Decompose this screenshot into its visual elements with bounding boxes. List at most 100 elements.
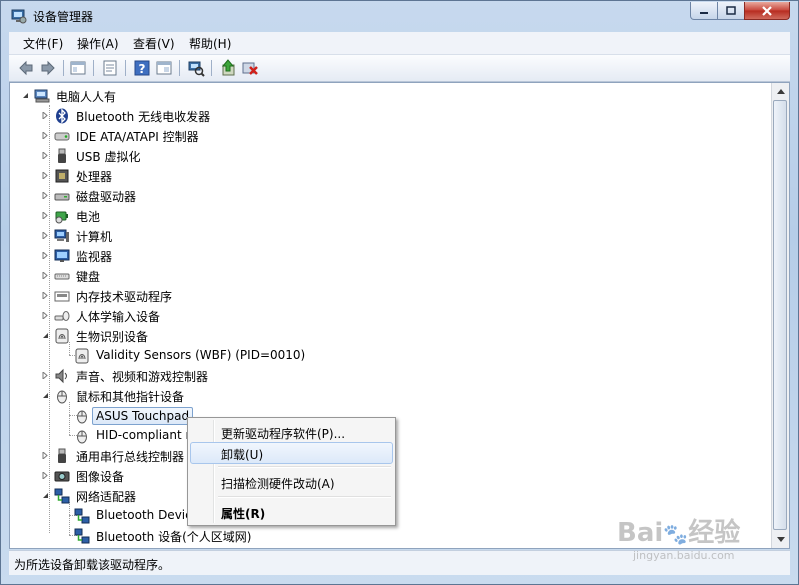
help-icon[interactable]: ?	[133, 59, 151, 77]
uninstall-icon[interactable]	[241, 59, 259, 77]
tree-item-label: 内存技术驱动程序	[76, 290, 173, 304]
tree-child-validity-sensors[interactable]: Validity Sensors (WBF) (PID=0010)	[10, 346, 310, 366]
expand-arrow-icon[interactable]	[42, 272, 49, 279]
computer-root-icon	[34, 89, 50, 103]
usb-controller-icon	[58, 448, 66, 463]
tree-item-label: 电池	[76, 210, 101, 224]
hid-icon	[54, 311, 70, 321]
scroll-down-button[interactable]	[772, 531, 789, 548]
tree-item-ide[interactable]: IDE ATA/ATAPI 控制器	[10, 126, 260, 146]
expand-arrow-icon[interactable]	[42, 152, 49, 159]
network-icon	[54, 488, 70, 504]
menu-scan-hardware[interactable]: 扫描检测硬件改动(A)	[190, 471, 393, 493]
tree-child-hid-mouse[interactable]: HID-compliant mouse	[10, 426, 226, 446]
toolbar-separator	[93, 60, 94, 76]
up-level-icon[interactable]	[69, 59, 87, 77]
scroll-thumb[interactable]	[773, 100, 787, 530]
tree-item-label: IDE ATA/ATAPI 控制器	[76, 130, 199, 144]
toolbar-separator	[179, 60, 180, 76]
tree-item-battery[interactable]: 电池	[10, 206, 260, 226]
tree-item-computer[interactable]: 计算机	[10, 226, 260, 246]
tree-item-disk[interactable]: 磁盘驱动器	[10, 186, 260, 206]
close-button[interactable]	[744, 2, 790, 20]
watermark-logo: Bai🐾经验	[617, 518, 741, 548]
collapse-arrow-icon[interactable]	[22, 92, 29, 99]
expand-arrow-icon[interactable]	[42, 192, 49, 199]
forward-icon[interactable]	[39, 59, 57, 77]
properties-view-icon[interactable]	[101, 59, 119, 77]
menu-help[interactable]: 帮助(H)	[189, 35, 231, 52]
expand-arrow-icon[interactable]	[42, 132, 49, 139]
menu-view[interactable]: 查看(V)	[133, 35, 175, 52]
tree-item-label: 生物识别设备	[76, 330, 149, 344]
tree-item-mouse[interactable]: 鼠标和其他指针设备	[10, 386, 260, 406]
menu-item-label: 扫描检测硬件改动(A)	[221, 477, 335, 491]
collapse-arrow-icon[interactable]	[42, 492, 49, 499]
expand-arrow-icon[interactable]	[42, 172, 49, 179]
usb-icon	[58, 148, 66, 163]
mouse-icon	[57, 390, 67, 404]
expand-arrow-icon[interactable]	[42, 252, 49, 259]
tree-item-label: 监视器	[76, 250, 113, 264]
mouse-device-icon	[77, 410, 87, 424]
menu-uninstall[interactable]: 卸载(U)	[190, 442, 393, 464]
maximize-button[interactable]	[717, 2, 745, 20]
minimize-button[interactable]	[690, 2, 718, 20]
collapse-arrow-icon[interactable]	[42, 392, 49, 399]
tree-child-asus-touchpad[interactable]: ASUS Touchpad	[10, 406, 210, 426]
collapse-arrow-icon[interactable]	[42, 332, 49, 339]
svg-text:?: ?	[139, 62, 146, 76]
device-manager-window: 设备管理器 文件(F) 操作(A) 查看(V) 帮助(H) ? 电脑人人有 Bl…	[0, 0, 799, 585]
tree-item-processor[interactable]: 处理器	[10, 166, 260, 186]
title-bar[interactable]: 设备管理器	[1, 1, 798, 31]
tree-item-bluetooth[interactable]: Bluetooth 无线电收发器	[10, 106, 260, 126]
show-hidden-icon[interactable]	[155, 59, 173, 77]
device-manager-icon	[11, 9, 27, 24]
tree-item-label: Bluetooth 无线电收发器	[76, 110, 211, 124]
expand-arrow-icon[interactable]	[42, 112, 49, 119]
menu-properties[interactable]: 属性(R)	[190, 501, 393, 523]
menu-item-label: 更新驱动程序软件(P)...	[221, 427, 346, 441]
back-icon[interactable]	[17, 59, 35, 77]
scan-hardware-icon[interactable]	[187, 59, 205, 77]
status-text: 为所选设备卸载该驱动程序。	[14, 558, 171, 572]
tree-item-label: 磁盘驱动器	[76, 190, 137, 204]
tree-item-label: 通用串行总线控制器	[76, 450, 185, 464]
tree-item-label: 声音、视频和游戏控制器	[76, 370, 209, 384]
scroll-up-icon	[776, 89, 785, 94]
scroll-up-button[interactable]	[772, 83, 789, 100]
menu-file[interactable]: 文件(F)	[23, 35, 63, 52]
ide-controller-icon	[54, 132, 70, 141]
tree-item-label: 键盘	[76, 270, 101, 284]
expand-arrow-icon[interactable]	[42, 232, 49, 239]
tree-item-monitor[interactable]: 监视器	[10, 246, 260, 266]
keyboard-icon	[54, 273, 70, 280]
expand-arrow-icon[interactable]	[42, 372, 49, 379]
context-menu: 更新驱动程序软件(P)... 卸载(U) 扫描检测硬件改动(A) 属性(R)	[187, 417, 396, 526]
tree-item-keyboard[interactable]: 键盘	[10, 266, 260, 286]
expand-arrow-icon[interactable]	[42, 312, 49, 319]
toolbar: ?	[9, 55, 790, 82]
tree-item-sound[interactable]: 声音、视频和游戏控制器	[10, 366, 260, 386]
tree-item-label: Validity Sensors (WBF) (PID=0010)	[96, 348, 306, 362]
monitor-icon	[54, 249, 70, 262]
window-title: 设备管理器	[33, 10, 94, 24]
expand-arrow-icon[interactable]	[42, 292, 49, 299]
device-tree[interactable]: 电脑人人有 Bluetooth 无线电收发器 IDE ATA/ATAPI 控制器…	[9, 82, 790, 549]
expand-arrow-icon[interactable]	[42, 452, 49, 459]
tree-item-label: 网络适配器	[76, 490, 137, 504]
menu-update-driver[interactable]: 更新驱动程序软件(P)...	[190, 421, 393, 443]
expand-arrow-icon[interactable]	[42, 472, 49, 479]
tree-item-hid[interactable]: 人体学输入设备	[10, 306, 260, 326]
tree-item-memory[interactable]: 内存技术驱动程序	[10, 286, 260, 306]
tree-child-bluetooth-pan[interactable]: Bluetooth 设备(个人区域网)	[10, 526, 310, 546]
expand-arrow-icon[interactable]	[42, 212, 49, 219]
vertical-scrollbar[interactable]	[771, 83, 789, 548]
tree-root[interactable]: 电脑人人有	[10, 86, 210, 106]
processor-icon	[55, 169, 69, 183]
menu-separator	[218, 466, 391, 468]
tree-item-biometric[interactable]: 生物识别设备	[10, 326, 260, 346]
update-driver-icon[interactable]	[219, 59, 237, 77]
menu-action[interactable]: 操作(A)	[77, 35, 119, 52]
tree-item-usb-virtual[interactable]: USB 虚拟化	[10, 146, 260, 166]
